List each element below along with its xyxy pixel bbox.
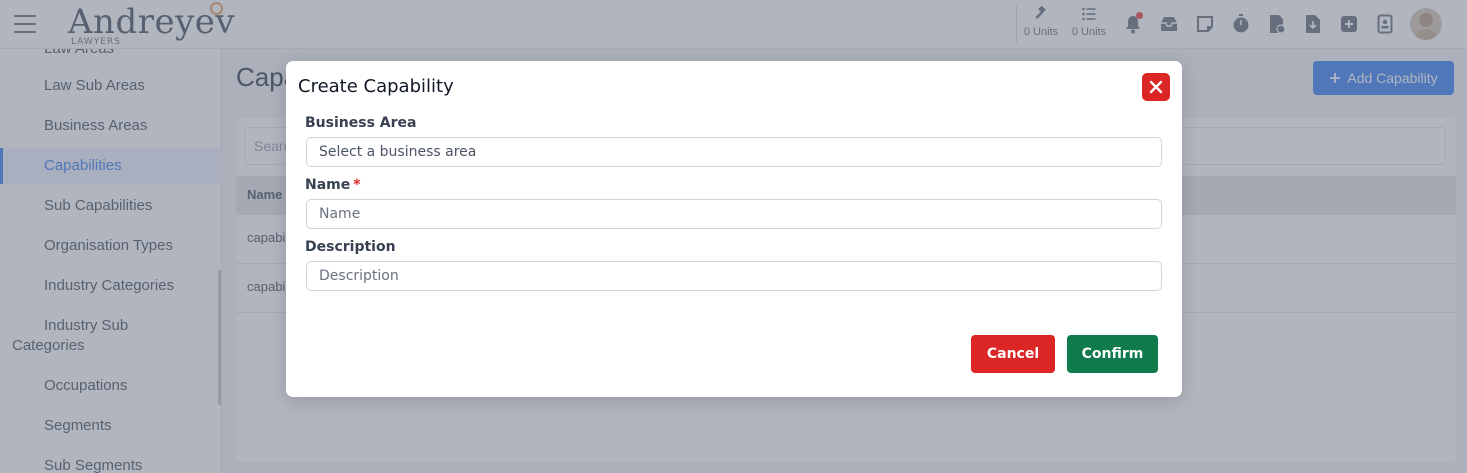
- cancel-button[interactable]: Cancel: [971, 335, 1055, 373]
- description-label: Description: [305, 239, 396, 255]
- name-label-text: Name: [305, 177, 351, 193]
- name-input[interactable]: Name: [306, 199, 1162, 229]
- modal-title: Create Capability: [298, 76, 454, 97]
- close-icon: [1149, 80, 1163, 94]
- name-label: Name *: [305, 177, 361, 193]
- business-area-label-text: Business Area: [305, 115, 417, 131]
- confirm-button[interactable]: Confirm: [1067, 335, 1158, 373]
- close-button[interactable]: [1142, 73, 1170, 101]
- required-marker: *: [353, 177, 361, 193]
- business-area-select[interactable]: Select a business area: [306, 137, 1162, 167]
- description-label-text: Description: [305, 239, 396, 255]
- create-capability-modal: Create Capability Business Area Select a…: [286, 61, 1182, 397]
- description-input[interactable]: Description: [306, 261, 1162, 291]
- business-area-label: Business Area: [305, 115, 416, 131]
